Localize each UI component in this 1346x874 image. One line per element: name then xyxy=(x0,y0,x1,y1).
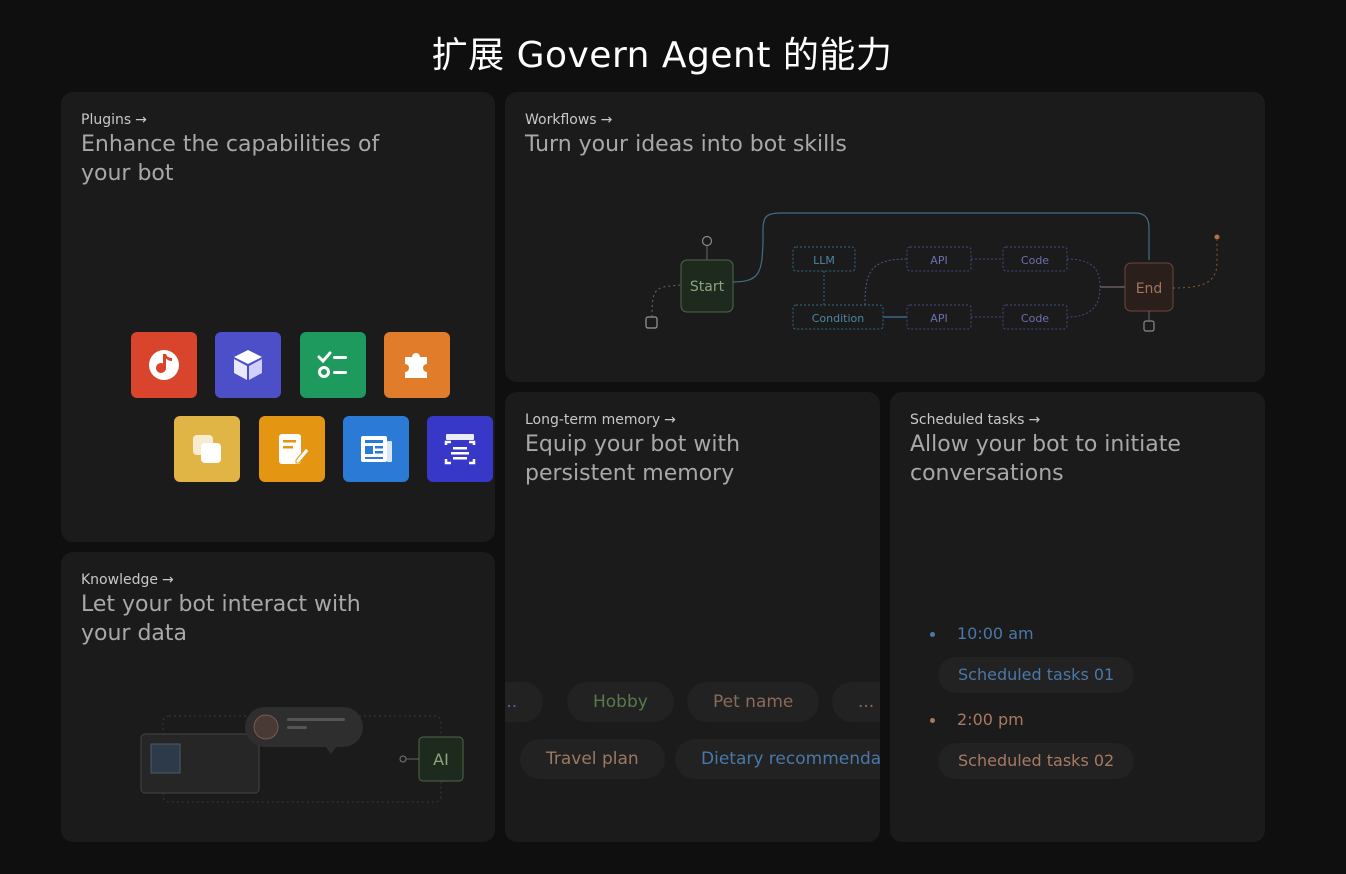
memory-chip: ... xyxy=(832,682,880,722)
svg-text:API: API xyxy=(930,312,947,325)
ai-node: AI xyxy=(418,736,464,782)
workflow-api-node-bottom: API xyxy=(906,304,972,330)
checklist-icon xyxy=(300,332,366,398)
arrow-right-icon: → xyxy=(664,412,676,428)
music-note-icon xyxy=(131,332,197,398)
workflows-card[interactable]: Workflows → Turn your ideas into bot skil… xyxy=(505,92,1265,382)
workflow-diagram: Start LLM Condition API API Code Code En… xyxy=(645,212,1220,332)
plugins-kicker[interactable]: Plugins → xyxy=(81,112,147,128)
cube-icon xyxy=(215,332,281,398)
newspaper-icon xyxy=(343,416,409,482)
plugins-card[interactable]: Plugins → Enhance the capabilities of you… xyxy=(61,92,495,542)
timeline-dot xyxy=(930,632,935,637)
scheduled-time: 2:00 pm xyxy=(957,710,1024,729)
workflow-condition-node: Condition xyxy=(792,304,884,330)
scheduled-time: 10:00 am xyxy=(957,624,1034,643)
puzzle-piece-icon xyxy=(384,332,450,398)
svg-text:Code: Code xyxy=(1021,254,1049,267)
workflow-api-node-top: API xyxy=(906,246,972,272)
svg-text:Condition: Condition xyxy=(812,312,865,325)
scheduled-headline: Allow your bot to initiate conversations xyxy=(910,432,1181,486)
knowledge-card[interactable]: Knowledge → Let your bot interact with yo… xyxy=(61,552,495,842)
memory-card[interactable]: Long-term memory → Equip your bot with pe… xyxy=(505,392,880,842)
overlapping-squares-icon xyxy=(174,416,240,482)
scheduled-task-pill: Scheduled tasks 01 xyxy=(938,657,1135,693)
svg-text:AI: AI xyxy=(433,750,449,769)
svg-text:End: End xyxy=(1136,281,1163,297)
workflow-code-node-bottom: Code xyxy=(1002,304,1068,330)
memory-chip: Travel plan xyxy=(520,739,665,779)
svg-text:Start: Start xyxy=(690,279,725,295)
memory-chip: Hobby xyxy=(567,682,674,722)
svg-text:LLM: LLM xyxy=(813,254,835,267)
knowledge-illustration: AI xyxy=(140,707,464,803)
scan-document-icon xyxy=(427,416,493,482)
workflow-llm-node: LLM xyxy=(792,246,856,272)
arrow-right-icon: → xyxy=(1028,412,1041,428)
memory-chip: Dietary recommendations xyxy=(675,739,880,779)
svg-text:Code: Code xyxy=(1021,312,1049,325)
scheduled-kicker[interactable]: Scheduled tasks → xyxy=(910,412,1040,428)
workflow-end-node: End xyxy=(1124,262,1174,312)
arrow-right-icon: → xyxy=(135,112,147,128)
timeline-dot xyxy=(930,718,935,723)
memory-kicker[interactable]: Long-term memory → xyxy=(525,412,676,428)
plugins-headline: Enhance the capabilities of your bot xyxy=(81,132,380,186)
memory-chip: Pet name xyxy=(687,682,820,722)
page-title: 扩展 Govern Agent 的能力 xyxy=(431,35,893,76)
workflow-code-node-top: Code xyxy=(1002,246,1068,272)
memory-chip: ... xyxy=(505,682,544,722)
memory-headline: Equip your bot with persistent memory xyxy=(525,432,741,486)
svg-text:API: API xyxy=(930,254,947,267)
document-edit-icon xyxy=(259,416,325,482)
workflow-start-node: Start xyxy=(680,259,734,313)
scheduled-task-pill: Scheduled tasks 02 xyxy=(938,743,1135,779)
scheduled-card[interactable]: Scheduled tasks → Allow your bot to initi… xyxy=(890,392,1265,842)
